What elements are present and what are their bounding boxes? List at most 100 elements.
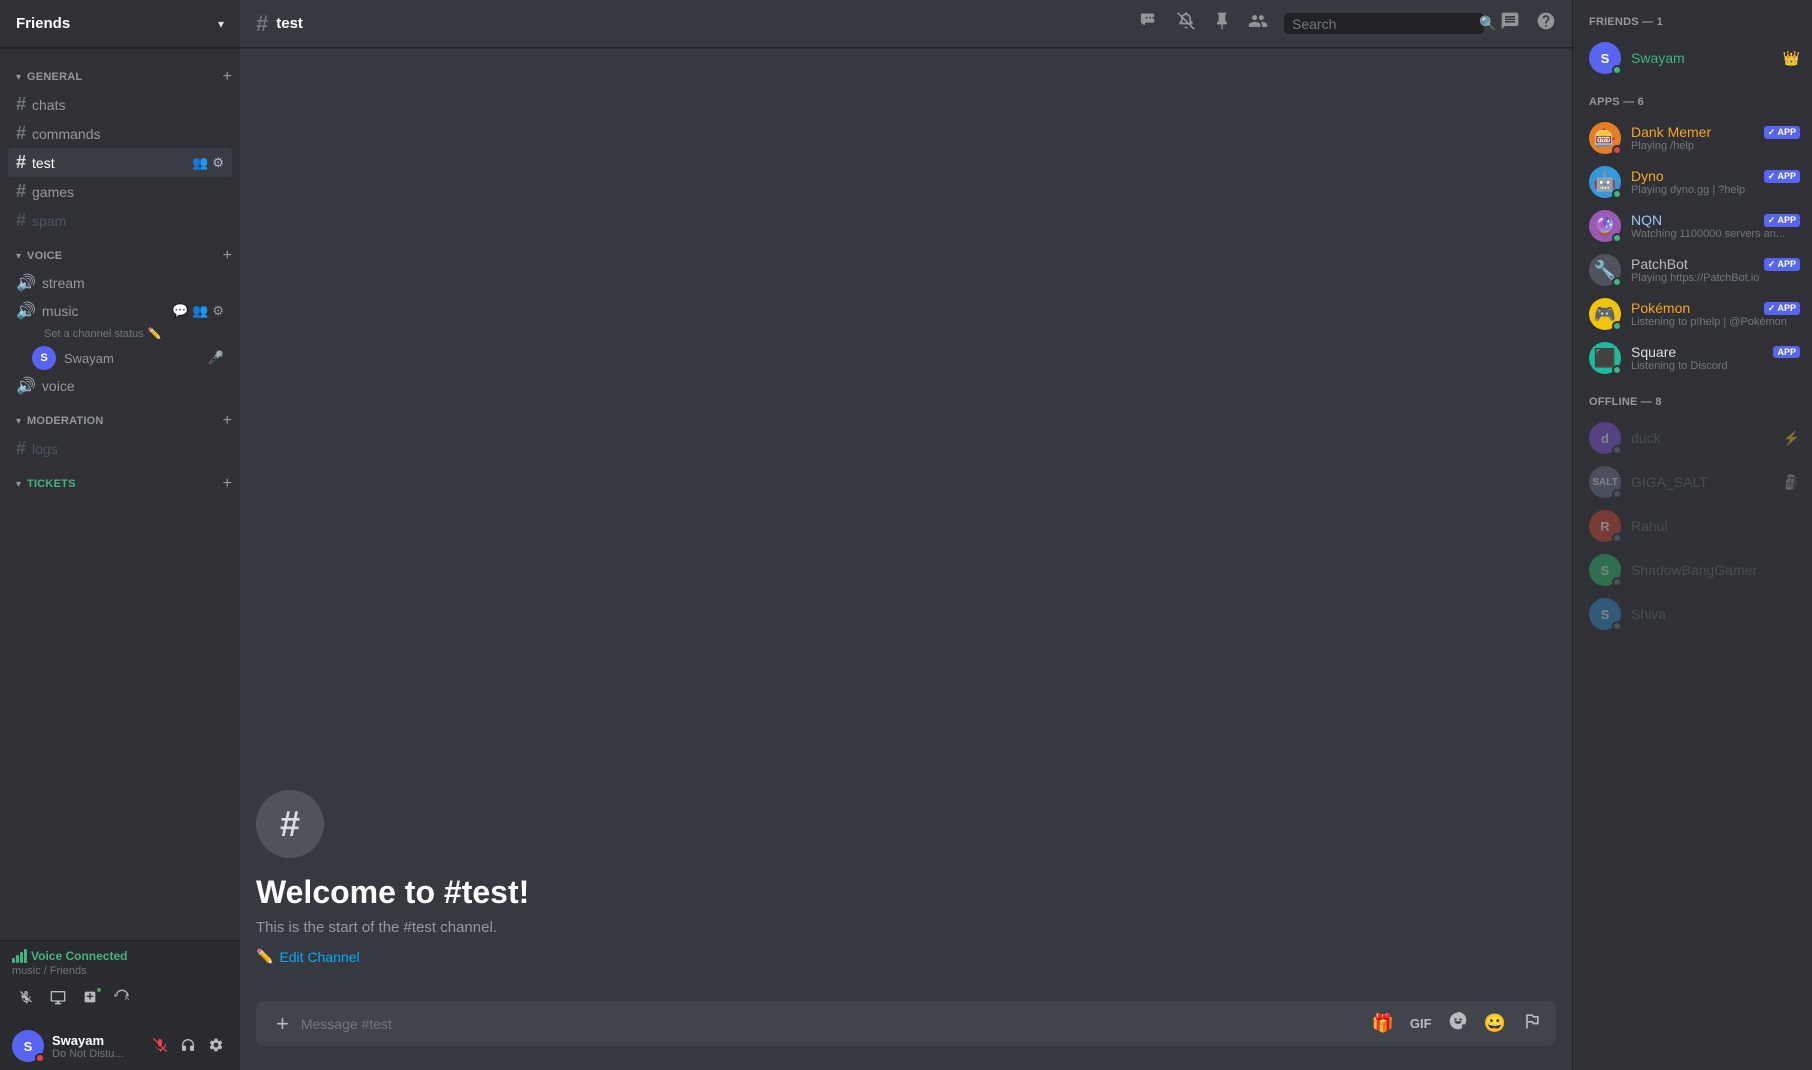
category-add-tickets[interactable]: + [223, 475, 232, 493]
message-input[interactable] [301, 1005, 1354, 1043]
gift-button[interactable]: 🎁 [1365, 1007, 1399, 1040]
channel-games[interactable]: # games [8, 177, 232, 206]
gif-button[interactable]: GIF [1404, 1010, 1438, 1037]
member-square[interactable]: ⬛ Square APP Listening to Discord [1577, 336, 1808, 380]
channel-voice[interactable]: 🔊 voice [8, 372, 232, 400]
member-patchbot[interactable]: 🔧 PatchBot ✓ APP Playing https://PatchBo… [1577, 248, 1808, 292]
member-swayam[interactable]: S Swayam 👑 [1577, 36, 1808, 80]
music-settings-icon[interactable]: ⚙ [212, 303, 224, 319]
member-status-dot-shadowbanggamer [1612, 577, 1622, 587]
member-badge-square: APP [1773, 346, 1800, 358]
search-bar[interactable]: 🔍 [1284, 13, 1484, 34]
member-dankmemer[interactable]: 🎰 Dank Memer ✓ APP Playing /help [1577, 116, 1808, 160]
notifications-icon[interactable] [1176, 11, 1196, 37]
member-status-dot-swayam [1612, 65, 1622, 75]
edit-channel-button[interactable]: ✏️ Edit Channel [256, 948, 360, 965]
music-status-edit-icon[interactable]: ✏️ [148, 327, 162, 340]
category-moderation[interactable]: ▾ MODERATION + [0, 408, 240, 434]
member-avatar-shiva: S [1589, 598, 1621, 630]
member-avatar-swayam: S [1589, 42, 1621, 74]
channel-music[interactable]: 🔊 music 💬 👥 ⚙ Set a channel status ✏️ [8, 297, 232, 344]
channel-logs[interactable]: # logs [8, 434, 232, 463]
member-avatar-dankmemer: 🎰 [1589, 122, 1621, 154]
member-rahul[interactable]: R Rahul [1577, 504, 1808, 548]
channel-stream[interactable]: 🔊 stream [8, 269, 232, 297]
voice-user-swayam[interactable]: S Swayam 🎤 [8, 344, 232, 372]
member-name-row-dankmemer: Dank Memer ✓ APP [1631, 124, 1800, 140]
member-name-pokemon: Pokémon [1631, 300, 1760, 316]
welcome-channel-icon: # [256, 790, 324, 858]
channel-list: ▾ GENERAL + # chats # commands # test 👥 … [0, 48, 240, 940]
category-general[interactable]: ▾ GENERAL + [0, 64, 240, 90]
voice-disconnect-button[interactable] [108, 985, 136, 1014]
user-status-text: Do Not Distu... [52, 1048, 140, 1060]
voice-activity-button[interactable] [76, 985, 104, 1014]
channel-commands[interactable]: # commands [8, 119, 232, 148]
member-status-dot-square [1612, 365, 1622, 375]
boost-button[interactable] [1516, 1005, 1548, 1042]
member-badge-pokemon: ✓ APP [1764, 302, 1800, 315]
voice-screenshare-button[interactable] [44, 985, 72, 1014]
member-dyno[interactable]: 🤖 Dyno ✓ APP Playing dyno.gg | ?help [1577, 160, 1808, 204]
user-info: Swayam Do Not Distu... [52, 1033, 140, 1060]
voice-connected-bar: Voice Connected music / Friends [0, 940, 240, 1022]
voice-icon-stream: 🔊 [16, 273, 36, 293]
edit-pencil-icon: ✏️ [256, 948, 273, 965]
member-status-dot-dyno [1612, 189, 1622, 199]
user-display-name: Swayam [52, 1033, 140, 1048]
member-name-row-nqn: NQN ✓ APP [1631, 212, 1800, 228]
member-info-dankmemer: Dank Memer ✓ APP Playing /help [1631, 124, 1800, 152]
voice-mute-button[interactable] [12, 985, 40, 1014]
pinned-messages-icon[interactable] [1212, 11, 1232, 37]
member-nqn[interactable]: 🔮 NQN ✓ APP Watching 1100000 servers an.… [1577, 204, 1808, 248]
category-add-general[interactable]: + [223, 68, 232, 86]
server-header[interactable]: Friends ▾ [0, 0, 240, 48]
music-chat-icon[interactable]: 💬 [172, 303, 188, 319]
message-add-icon[interactable]: + [272, 1003, 293, 1045]
emoji-button[interactable]: 😀 [1478, 1007, 1512, 1040]
member-status-dot-pokemon [1612, 321, 1622, 331]
member-status-dot-shiva [1612, 621, 1622, 631]
mic-mute-button[interactable] [148, 1033, 172, 1060]
channel-spam[interactable]: # spam [8, 206, 232, 235]
channel-hash-icon: # [16, 438, 26, 459]
category-tickets[interactable]: ▾ TICKETS + [0, 471, 240, 497]
category-add-moderation[interactable]: + [223, 412, 232, 430]
channel-chats[interactable]: # chats [8, 90, 232, 119]
category-label-voice: VOICE [27, 250, 62, 262]
category-voice[interactable]: ▾ VOICE + [0, 243, 240, 269]
music-status-text: Set a channel status [44, 328, 144, 340]
sticker-button[interactable] [1442, 1005, 1474, 1042]
headphone-button[interactable] [176, 1033, 200, 1060]
category-add-voice[interactable]: + [223, 247, 232, 265]
server-dropdown-icon[interactable]: ▾ [218, 17, 224, 31]
search-input[interactable] [1292, 16, 1473, 32]
member-name-dyno: Dyno [1631, 168, 1760, 184]
voice-user-muted-icon: 🎤 [208, 350, 224, 366]
channel-test[interactable]: # test 👥 ⚙ [8, 148, 232, 177]
member-shiva[interactable]: S Shiva [1577, 592, 1808, 636]
help-icon[interactable] [1536, 11, 1556, 37]
message-input-actions: 🎁 GIF 😀 [1361, 1001, 1552, 1046]
member-avatar-patchbot: 🔧 [1589, 254, 1621, 286]
member-name-patchbot: PatchBot [1631, 256, 1760, 272]
member-duck[interactable]: d duck ⚡ [1577, 416, 1808, 460]
channel-settings-icon[interactable]: ⚙ [212, 155, 224, 171]
user-settings-button[interactable] [204, 1033, 228, 1060]
add-members-icon[interactable]: 👥 [192, 155, 208, 171]
member-gigasalt[interactable]: SALT GIGA_SALT 🗿 [1577, 460, 1808, 504]
category-chevron-moderation: ▾ [16, 416, 21, 427]
music-members-icon[interactable]: 👥 [192, 303, 208, 319]
member-name-dankmemer: Dank Memer [1631, 124, 1760, 140]
inbox-icon[interactable] [1500, 11, 1520, 37]
member-pokemon[interactable]: 🎮 Pokémon ✓ APP Listening to p!help | @P… [1577, 292, 1808, 336]
offline-category-label: OFFLINE — 8 [1573, 396, 1812, 416]
channel-name-games: games [32, 184, 224, 200]
voice-icon-music: 🔊 [16, 301, 36, 321]
threads-icon[interactable] [1140, 11, 1160, 37]
top-bar: # test 🔍 [240, 0, 1572, 48]
member-badge-patchbot: ✓ APP [1764, 258, 1800, 271]
members-list-icon[interactable] [1248, 11, 1268, 37]
member-shadowbanggamer[interactable]: S ShadowBangGamer [1577, 548, 1808, 592]
messages-container: # Welcome to #test! This is the start of… [240, 48, 1572, 1001]
